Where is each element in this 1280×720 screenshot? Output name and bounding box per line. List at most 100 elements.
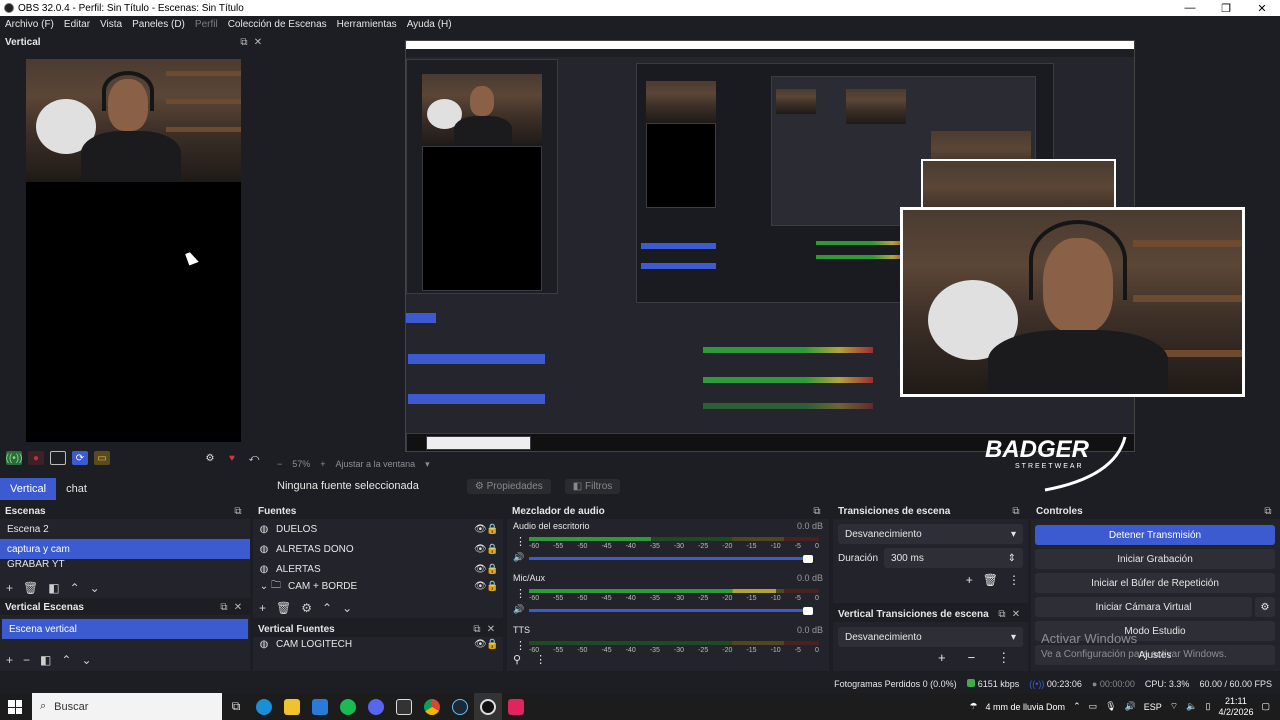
float-icon[interactable]: ⧉ (231, 506, 245, 517)
trash-icon[interactable]: 🗑 (983, 573, 998, 587)
duration-input[interactable]: 300 ms ⇕ (884, 548, 1023, 568)
volume-icon[interactable]: 🔊 (1125, 701, 1136, 712)
chrome-icon[interactable] (418, 693, 446, 720)
vertical-preview-canvas[interactable] (26, 59, 241, 442)
wifi-icon[interactable]: ⌔ (1170, 701, 1178, 712)
battery-icon[interactable]: ▯ (1205, 701, 1210, 712)
steam-icon[interactable] (446, 693, 474, 720)
file-explorer-icon[interactable] (278, 693, 306, 720)
close-icon[interactable]: ✕ (231, 602, 245, 613)
float-icon[interactable]: ⧉ (1261, 506, 1275, 517)
scene-item[interactable]: captura y cam (0, 539, 250, 559)
windows-start-icon[interactable] (8, 700, 22, 714)
properties-button[interactable]: ⚙ Propiedades (466, 478, 551, 494)
filter-icon[interactable]: ◧ (40, 653, 51, 667)
eye-icon[interactable]: 👁 (474, 564, 487, 575)
lock-icon[interactable]: 🔒 (486, 544, 498, 555)
lock-icon[interactable]: 🔒 (486, 581, 498, 592)
source-row[interactable]: ◍ ALERTAS 👁 🔒 (253, 559, 503, 579)
vertical-transition-select[interactable]: Desvanecimiento ▾ (838, 627, 1023, 647)
source-row[interactable]: ◍ ALRETAS DONO 👁 🔒 (253, 539, 503, 559)
float-icon[interactable]: ⧉ (470, 624, 484, 635)
lock-icon[interactable]: 🔒 (486, 639, 498, 650)
notifications-icon[interactable]: ▢ (1261, 701, 1270, 712)
float-icon[interactable]: ⧉ (217, 602, 231, 613)
float-icon[interactable]: ⧉ (1009, 506, 1023, 517)
taskbar-search[interactable]: ⌕ Buscar (32, 693, 222, 720)
stream-status-icon[interactable]: ((•)) (6, 451, 22, 465)
add-icon[interactable]: + (259, 601, 266, 615)
chevron-down-icon[interactable]: ⌄ (258, 581, 270, 592)
menu-paneles[interactable]: Paneles (D) (127, 19, 190, 30)
float-icon[interactable]: ⧉ (237, 37, 251, 48)
more-icon[interactable]: ⋮ (1008, 573, 1020, 587)
clock[interactable]: 21:11 4/2/2026 (1218, 696, 1253, 718)
chevron-up-icon[interactable]: ⌃ (1073, 701, 1081, 712)
minimize-button[interactable]: — (1172, 2, 1208, 14)
epic-games-icon[interactable] (390, 693, 418, 720)
mute-icon[interactable]: 🔊 (513, 604, 524, 615)
stop-icon[interactable] (50, 451, 66, 465)
menu-coleccion-escenas[interactable]: Colección de Escenas (223, 19, 332, 30)
spinner-icon[interactable]: ⇕ (1008, 553, 1016, 564)
float-icon[interactable]: ⧉ (995, 609, 1009, 620)
trash-icon[interactable]: 🗑 (23, 581, 38, 595)
menu-herramientas[interactable]: Herramientas (332, 19, 402, 30)
volume-slider[interactable] (529, 557, 813, 560)
more-icon[interactable]: ⋮ (535, 653, 546, 666)
eye-icon[interactable]: 👁 (474, 544, 487, 555)
menu-archivo[interactable]: Archivo (F) (0, 19, 59, 30)
heart-icon[interactable]: ♥ (224, 451, 240, 465)
record-icon[interactable]: ● (28, 451, 44, 465)
virtual-camera-button[interactable]: Iniciar Cámara Virtual (1035, 597, 1252, 617)
menu-editar[interactable]: Editar (59, 19, 95, 30)
remove-icon[interactable]: − (968, 650, 976, 666)
lock-icon[interactable]: 🔒 (486, 564, 498, 575)
trash-icon[interactable]: 🗑 (276, 601, 291, 615)
channel-menu-icon[interactable]: ⋮ (515, 535, 526, 548)
obs-taskbar-icon[interactable] (474, 693, 502, 720)
add-icon[interactable]: + (966, 573, 973, 587)
discord-icon[interactable] (362, 693, 390, 720)
source-row[interactable]: ◍ DUELOS 👁 🔒 (253, 519, 503, 539)
pin-icon[interactable]: ⤺ (246, 451, 262, 465)
arrow-up-icon[interactable]: ⌃ (70, 581, 80, 595)
menu-perfil[interactable]: Perfil (190, 19, 223, 30)
virtualcam-icon[interactable]: ▭ (94, 451, 110, 465)
spotify-icon[interactable] (334, 693, 362, 720)
maximize-button[interactable]: ❐ (1208, 2, 1244, 15)
vertical-source-row[interactable]: ◍ CAM LOGITECH 👁 🔒 (253, 637, 503, 651)
zoom-in-button[interactable]: + (320, 459, 325, 469)
close-icon[interactable]: ✕ (1009, 609, 1023, 620)
gear-icon[interactable]: ⚙ (202, 451, 218, 465)
add-icon[interactable]: + (6, 653, 13, 667)
close-icon[interactable]: ✕ (251, 37, 265, 48)
speaker-icon[interactable]: 🔈 (1186, 701, 1197, 712)
eye-icon[interactable]: 👁 (474, 639, 487, 650)
more-icon[interactable]: ⋮ (997, 650, 1010, 666)
tiktok-icon[interactable] (502, 693, 530, 720)
scene-item[interactable]: Escena 2 (0, 519, 250, 539)
store-icon[interactable] (306, 693, 334, 720)
link-icon[interactable]: ⚲ (513, 653, 521, 666)
vertical-scene-item[interactable]: Escena vertical (2, 619, 248, 639)
menu-vista[interactable]: Vista (95, 19, 127, 30)
scene-item[interactable]: GRABAR YT (0, 559, 250, 569)
arrow-up-icon[interactable]: ⌃ (322, 601, 332, 615)
transition-select[interactable]: Desvanecimiento ▾ (838, 524, 1023, 544)
tab-chat[interactable]: chat (56, 478, 97, 500)
network-icon[interactable]: ▭ (1089, 701, 1098, 712)
gear-icon[interactable]: ⚙ (1255, 597, 1275, 617)
stop-streaming-button[interactable]: Detener Transmisión (1035, 525, 1275, 545)
add-icon[interactable]: + (6, 581, 13, 595)
volume-slider-knob[interactable] (803, 607, 813, 615)
filter-icon[interactable]: ◧ (48, 581, 59, 595)
zoom-out-button[interactable]: − (277, 459, 282, 469)
eye-icon[interactable]: 👁 (474, 524, 487, 535)
edge-icon[interactable] (250, 693, 278, 720)
add-icon[interactable]: + (938, 650, 946, 666)
weather-text[interactable]: 4 mm de lluvia Dom (986, 702, 1066, 712)
volume-slider-knob[interactable] (803, 555, 813, 563)
lock-icon[interactable]: 🔒 (486, 524, 498, 535)
filters-button[interactable]: ◧ Filtros (564, 478, 621, 494)
